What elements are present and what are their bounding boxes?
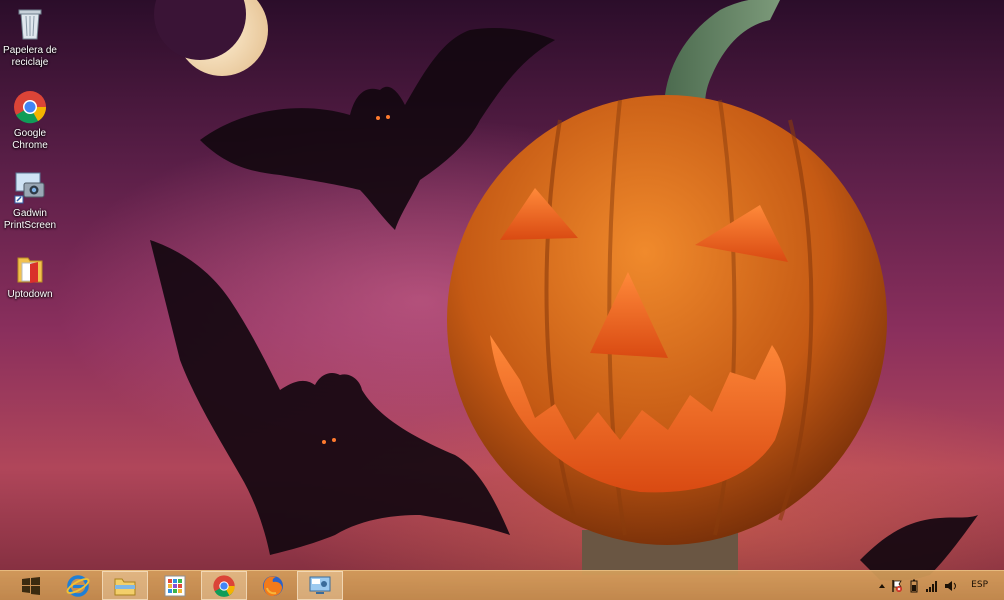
internet-explorer-icon — [66, 574, 90, 597]
desktop-icon-label: Google Chrome — [12, 128, 48, 151]
jack-o-lantern — [447, 95, 887, 545]
battery-icon[interactable] — [908, 579, 920, 598]
taskbar: ESP — [0, 570, 1004, 600]
taskbar-chrome[interactable] — [201, 571, 247, 600]
pumpkin-stem — [665, 0, 780, 110]
desktop: Papelera de reciclaje Google Chrome Gadw… — [0, 0, 1004, 600]
taskbar-firefox[interactable] — [250, 571, 296, 600]
desktop-icon-google-chrome[interactable]: Google Chrome — [0, 89, 60, 152]
system-tray: ESP — [869, 571, 1004, 600]
desktop-icon-label: Gadwin PrintScreen — [3, 208, 57, 231]
apps-grid-icon — [164, 575, 186, 596]
desktop-icon-gadwin-printscreen[interactable]: Gadwin PrintScreen — [0, 169, 60, 232]
taskbar-internet-explorer[interactable] — [55, 571, 101, 600]
taskbar-remote-desktop[interactable] — [297, 571, 343, 600]
action-center-flag-icon[interactable] — [891, 579, 903, 598]
recycle-bin-icon — [12, 6, 48, 42]
taskbar-apps[interactable] — [152, 571, 198, 600]
show-hidden-icons-chevron-icon[interactable] — [877, 579, 887, 597]
taskbar-file-explorer[interactable] — [102, 571, 148, 600]
desktop-icon-label: Uptodown — [7, 289, 53, 300]
halloween-wallpaper — [150, 0, 978, 581]
chrome-icon — [12, 89, 48, 125]
network-signal-icon[interactable] — [925, 579, 939, 598]
desktop-icon-uptodown[interactable]: Uptodown — [0, 250, 60, 301]
moon — [154, 0, 268, 76]
chrome-icon — [213, 574, 235, 597]
start-button[interactable] — [8, 571, 54, 600]
desktop-icon-recycle-bin[interactable]: Papelera de reciclaje — [0, 6, 60, 69]
printscreen-camera-icon — [12, 169, 48, 205]
firefox-icon — [263, 575, 283, 596]
desktop-icon-label: Papelera de reciclaje — [3, 45, 57, 68]
remote-desktop-icon — [309, 576, 331, 594]
file-explorer-icon — [114, 578, 136, 595]
folder-icon — [12, 250, 48, 286]
volume-icon[interactable] — [944, 579, 958, 598]
input-language-indicator[interactable]: ESP — [971, 580, 988, 590]
windows-start-icon — [22, 576, 40, 595]
